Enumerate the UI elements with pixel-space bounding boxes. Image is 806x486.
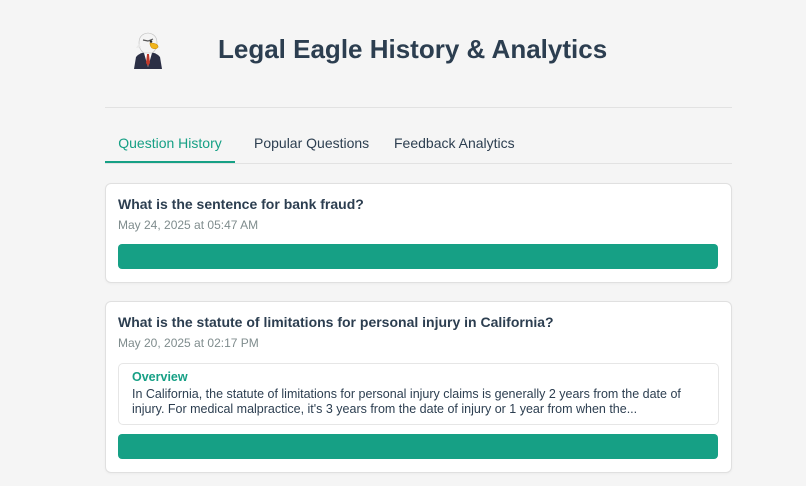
question-date: May 20, 2025 at 02:17 PM [118,336,259,350]
tab-question-history[interactable]: Question History [105,126,235,163]
answer-overview: Overview In California, the statute of l… [118,363,719,425]
view-answer-button[interactable] [118,434,718,459]
eagle-lawyer-logo-icon [134,32,162,69]
page-title: Legal Eagle History & Analytics [218,34,608,64]
question-date: May 24, 2025 at 05:47 AM [118,218,259,232]
tab-popular-questions[interactable]: Popular Questions [254,126,369,161]
tab-bar: Question History Popular Questions Feedb… [105,126,732,164]
view-answer-button[interactable] [118,244,718,269]
question-title: What is the sentence for bank fraud? [118,196,364,212]
question-title: What is the statute of limitations for p… [118,314,554,330]
question-card: What is the statute of limitations for p… [105,301,732,473]
tab-feedback-analytics[interactable]: Feedback Analytics [394,126,515,161]
question-card: What is the sentence for bank fraud? May… [105,183,732,283]
overview-heading: Overview [132,370,188,384]
header-divider [105,107,732,108]
overview-text: In California, the statute of limitation… [132,387,681,416]
page: Legal Eagle History & Analytics Question… [0,0,806,486]
app-header: Legal Eagle History & Analytics [105,22,732,78]
